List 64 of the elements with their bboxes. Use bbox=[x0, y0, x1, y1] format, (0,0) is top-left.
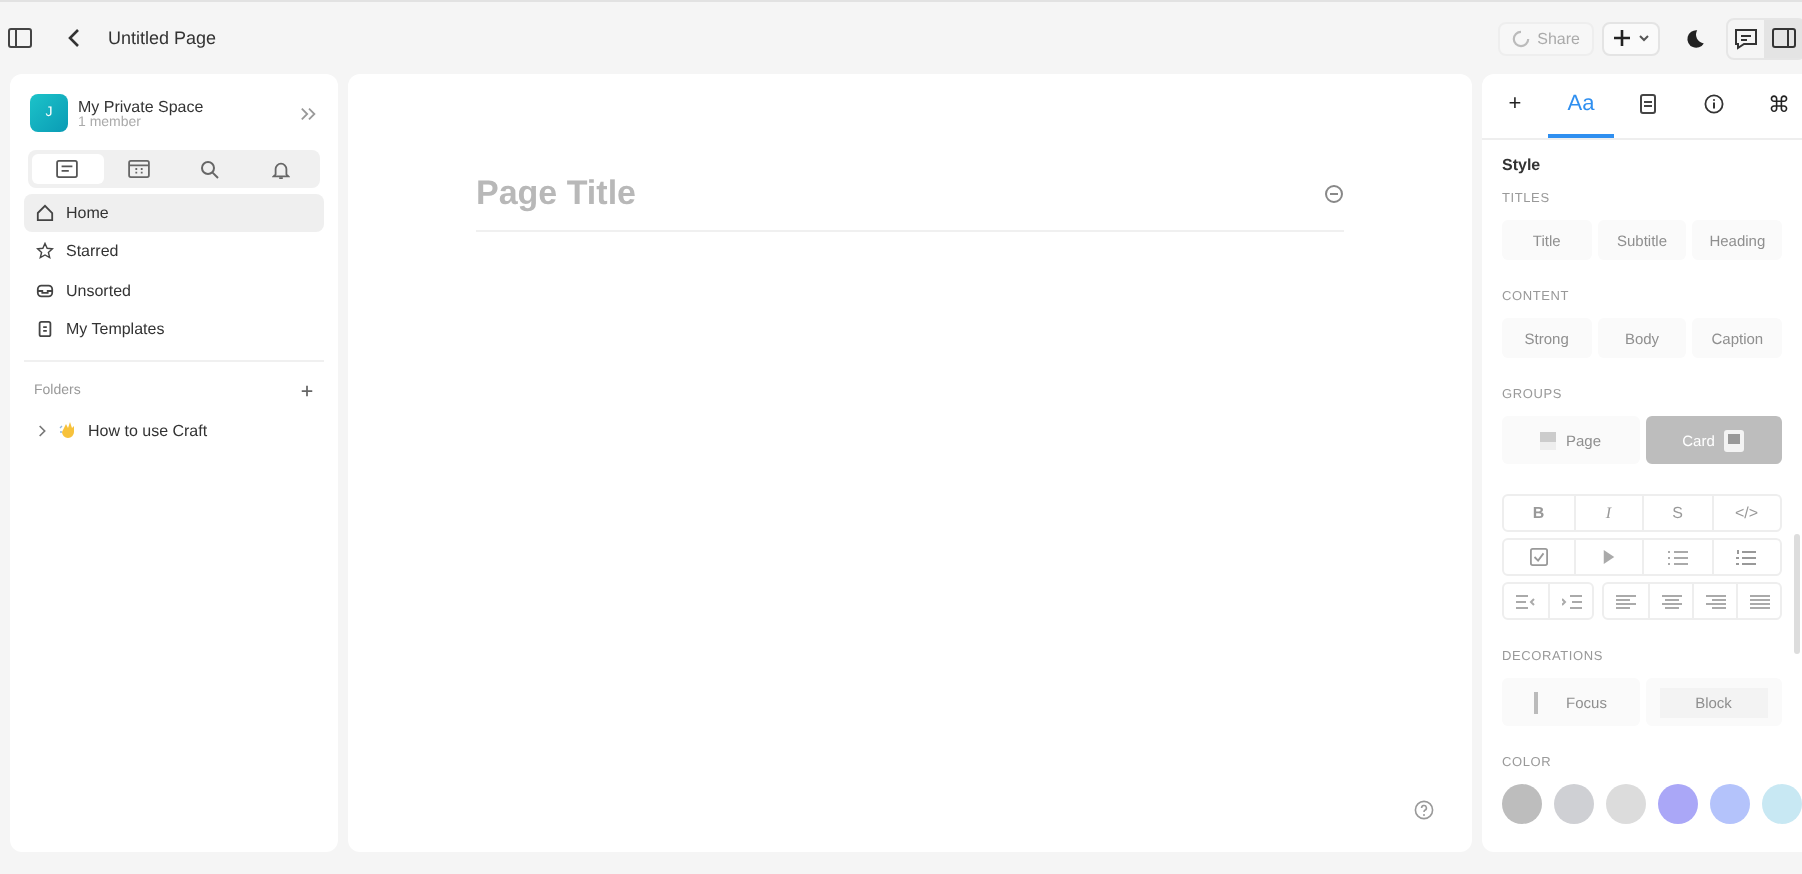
align-icon bbox=[1749, 593, 1769, 609]
moon-icon[interactable] bbox=[1684, 27, 1706, 49]
collapse-icon[interactable] bbox=[300, 105, 318, 121]
template-icon bbox=[36, 319, 54, 338]
space-name[interactable]: My Private Space bbox=[78, 97, 290, 115]
nav-item[interactable]: Home bbox=[24, 194, 324, 232]
chevron-right-icon[interactable] bbox=[38, 423, 48, 438]
inbox-icon bbox=[36, 281, 54, 300]
scrollbar[interactable] bbox=[1794, 534, 1800, 654]
bell-icon bbox=[271, 159, 290, 179]
play-icon bbox=[1601, 550, 1616, 564]
style-heading: Style bbox=[1502, 156, 1543, 174]
nav-item[interactable]: Unsorted bbox=[24, 271, 324, 310]
add-button[interactable] bbox=[1602, 21, 1660, 55]
page-title-field[interactable]: Page Title bbox=[476, 174, 1324, 214]
focus-bar-icon bbox=[1534, 691, 1539, 713]
card-icon bbox=[1724, 429, 1745, 451]
panel-toggle-button[interactable] bbox=[1764, 19, 1802, 57]
help-icon[interactable] bbox=[1414, 800, 1434, 820]
align-icon bbox=[1661, 593, 1681, 609]
color-swatch[interactable] bbox=[1762, 784, 1802, 824]
page-icon bbox=[1539, 431, 1556, 449]
format-button[interactable]: S bbox=[1642, 496, 1711, 530]
panel-tab[interactable]: ⌘ bbox=[1746, 74, 1802, 138]
caret-icon bbox=[1638, 34, 1650, 42]
comment-icon[interactable] bbox=[1734, 27, 1758, 49]
format-button[interactable]: B bbox=[1504, 496, 1573, 530]
color-swatch[interactable] bbox=[1606, 784, 1646, 824]
nav-item[interactable]: Starred bbox=[24, 232, 324, 271]
minus-circle-icon[interactable] bbox=[1324, 184, 1344, 204]
panel-tab[interactable]: Aa bbox=[1548, 74, 1614, 138]
color-swatch[interactable] bbox=[1658, 784, 1698, 824]
back-icon[interactable] bbox=[68, 28, 80, 48]
spinner-icon bbox=[1511, 29, 1530, 47]
calendar-icon bbox=[127, 160, 150, 178]
home-icon bbox=[36, 204, 54, 222]
nav-item[interactable]: My Templates bbox=[24, 309, 324, 348]
outdent-icon bbox=[1516, 593, 1536, 609]
sidebar-tab[interactable] bbox=[32, 154, 103, 184]
page-title: Untitled Page bbox=[108, 28, 217, 48]
format-button[interactable]: </> bbox=[1711, 496, 1780, 530]
panel-tab[interactable]: + bbox=[1482, 74, 1548, 138]
document-icon bbox=[56, 160, 79, 178]
color-swatch[interactable] bbox=[1554, 784, 1594, 824]
info-icon bbox=[1703, 94, 1723, 114]
document-icon bbox=[1639, 94, 1655, 114]
bullet-list-icon bbox=[1667, 549, 1688, 565]
star-icon bbox=[36, 242, 54, 261]
share-button[interactable]: Share bbox=[1497, 21, 1594, 55]
panel-icon bbox=[1772, 28, 1796, 48]
align-icon bbox=[1616, 593, 1636, 609]
folder-item[interactable]: How to use Craft bbox=[24, 410, 324, 451]
search-icon bbox=[199, 159, 220, 179]
color-swatch[interactable] bbox=[1502, 784, 1542, 824]
align-icon bbox=[1705, 593, 1725, 609]
add-folder-icon[interactable] bbox=[300, 383, 314, 398]
hand-icon bbox=[58, 420, 78, 441]
checkbox-icon bbox=[1529, 548, 1548, 566]
numbered-list-icon bbox=[1736, 549, 1757, 565]
sidebar-toggle-icon[interactable] bbox=[8, 28, 32, 48]
format-button[interactable]: I bbox=[1573, 496, 1642, 530]
color-swatch[interactable] bbox=[1710, 784, 1750, 824]
indent-icon bbox=[1561, 593, 1581, 609]
plus-icon bbox=[1612, 28, 1632, 48]
